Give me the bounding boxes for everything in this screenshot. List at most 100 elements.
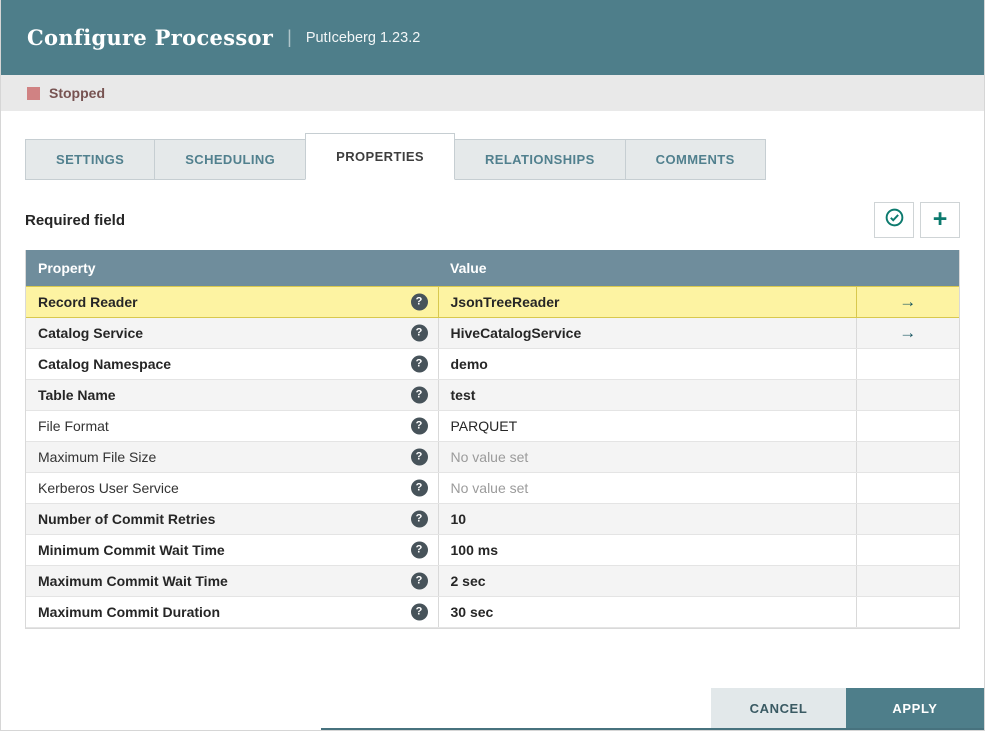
value-cell[interactable]: 30 sec: [438, 596, 857, 628]
dialog-title: Configure Processor: [27, 25, 274, 50]
tab-relationships[interactable]: RELATIONSHIPS: [453, 139, 626, 180]
column-header-value: Value: [438, 250, 959, 286]
help-icon[interactable]: ?: [410, 479, 428, 496]
tab-settings[interactable]: SETTINGS: [25, 139, 156, 180]
go-to-service-icon[interactable]: →: [899, 292, 916, 311]
property-name: Catalog Namespace: [38, 355, 172, 372]
goto-cell: [856, 348, 959, 380]
property-cell: File Format?: [26, 410, 439, 442]
goto-cell: [856, 565, 959, 597]
property-row[interactable]: Minimum Commit Wait Time? 100 ms: [26, 534, 959, 566]
help-icon[interactable]: ?: [410, 293, 428, 310]
property-cell: Table Name?: [26, 379, 439, 411]
property-row[interactable]: Maximum Commit Duration? 30 sec: [26, 596, 959, 628]
property-row[interactable]: Maximum Commit Wait Time? 2 sec: [26, 565, 959, 597]
help-icon[interactable]: ?: [410, 541, 428, 558]
property-cell: Maximum Commit Duration?: [26, 596, 439, 628]
value-cell[interactable]: 100 ms: [438, 534, 857, 566]
property-value: 2 sec: [450, 572, 486, 589]
property-name: Kerberos User Service: [38, 479, 179, 496]
property-name: Number of Commit Retries: [38, 510, 216, 527]
property-value: HiveCatalogService: [450, 324, 582, 341]
property-row[interactable]: Catalog Namespace? demo: [26, 348, 959, 380]
property-cell: Catalog Namespace?: [26, 348, 439, 380]
help-icon[interactable]: ?: [410, 324, 428, 341]
property-name: Catalog Service: [38, 324, 144, 341]
property-cell: Number of Commit Retries?: [26, 503, 439, 535]
property-row[interactable]: Kerberos User Service? No value set: [26, 472, 959, 504]
property-name: Minimum Commit Wait Time: [38, 541, 225, 558]
property-cell: Kerberos User Service?: [26, 472, 439, 504]
status-label: Stopped: [49, 85, 105, 101]
property-value: JsonTreeReader: [450, 293, 560, 310]
property-cell: Minimum Commit Wait Time?: [26, 534, 439, 566]
tab-comments[interactable]: COMMENTS: [624, 139, 766, 180]
property-name: Table Name: [38, 386, 116, 403]
property-cell: Maximum Commit Wait Time?: [26, 565, 439, 597]
property-cell: Maximum File Size?: [26, 441, 439, 473]
help-icon[interactable]: ?: [410, 603, 428, 620]
goto-cell: →: [856, 317, 959, 349]
add-property-button[interactable]: +: [920, 202, 960, 238]
help-icon[interactable]: ?: [410, 386, 428, 403]
properties-table: Property Value Record Reader? JsonTreeRea…: [25, 250, 960, 629]
property-cell: Record Reader?: [26, 285, 439, 318]
title-separator: |: [287, 27, 292, 47]
goto-cell: →: [856, 285, 959, 318]
goto-cell: [856, 472, 959, 504]
help-icon[interactable]: ?: [410, 510, 428, 527]
property-name: Record Reader: [38, 293, 138, 310]
column-header-property: Property: [26, 250, 438, 286]
checkmark-circle-icon: [884, 207, 905, 233]
tab-bar: SETTINGS SCHEDULING PROPERTIES RELATIONS…: [25, 133, 960, 180]
property-row[interactable]: Maximum File Size? No value set: [26, 441, 959, 473]
value-cell[interactable]: JsonTreeReader: [438, 285, 857, 318]
property-row[interactable]: Catalog Service? HiveCatalogService →: [26, 317, 959, 349]
goto-cell: [856, 503, 959, 535]
canvas-edge: [321, 728, 984, 730]
toolbar-buttons: +: [874, 202, 960, 238]
property-row[interactable]: File Format? PARQUET: [26, 410, 959, 442]
help-icon[interactable]: ?: [410, 572, 428, 589]
help-icon[interactable]: ?: [410, 355, 428, 372]
property-name: File Format: [38, 417, 109, 434]
plus-icon: +: [932, 204, 948, 233]
property-name: Maximum File Size: [38, 448, 157, 465]
goto-cell: [856, 441, 959, 473]
property-value: demo: [450, 355, 488, 372]
property-value: 30 sec: [450, 603, 494, 620]
property-name: Maximum Commit Duration: [38, 603, 221, 620]
property-row[interactable]: Table Name? test: [26, 379, 959, 411]
value-cell[interactable]: HiveCatalogService: [438, 317, 857, 349]
verify-properties-button[interactable]: [874, 202, 914, 238]
status-bar: Stopped: [1, 75, 984, 111]
goto-cell: [856, 534, 959, 566]
apply-button[interactable]: APPLY: [846, 688, 984, 728]
property-value: PARQUET: [450, 417, 518, 434]
tab-scheduling[interactable]: SCHEDULING: [154, 139, 307, 180]
property-row[interactable]: Record Reader? JsonTreeReader →: [26, 285, 959, 318]
value-cell[interactable]: No value set: [438, 441, 857, 473]
value-cell[interactable]: 10: [438, 503, 857, 535]
goto-cell: [856, 410, 959, 442]
configure-processor-dialog: Configure Processor | PutIceberg 1.23.2 …: [0, 0, 985, 731]
goto-cell: [856, 596, 959, 628]
cancel-button[interactable]: CANCEL: [711, 688, 846, 728]
value-cell[interactable]: test: [438, 379, 857, 411]
tab-properties[interactable]: PROPERTIES: [305, 133, 455, 180]
value-cell[interactable]: 2 sec: [438, 565, 857, 597]
help-icon[interactable]: ?: [410, 417, 428, 434]
property-value: test: [450, 386, 476, 403]
value-cell[interactable]: PARQUET: [438, 410, 857, 442]
value-cell[interactable]: demo: [438, 348, 857, 380]
processor-name-version: PutIceberg 1.23.2: [305, 29, 421, 46]
dialog-header: Configure Processor | PutIceberg 1.23.2: [1, 0, 984, 75]
goto-cell: [856, 379, 959, 411]
property-value: 100 ms: [450, 541, 498, 558]
property-row[interactable]: Number of Commit Retries? 10: [26, 503, 959, 535]
help-icon[interactable]: ?: [410, 448, 428, 465]
properties-toolbar: Required field +: [25, 202, 960, 238]
property-value: 10: [450, 510, 467, 527]
go-to-service-icon[interactable]: →: [899, 323, 916, 342]
value-cell[interactable]: No value set: [438, 472, 857, 504]
